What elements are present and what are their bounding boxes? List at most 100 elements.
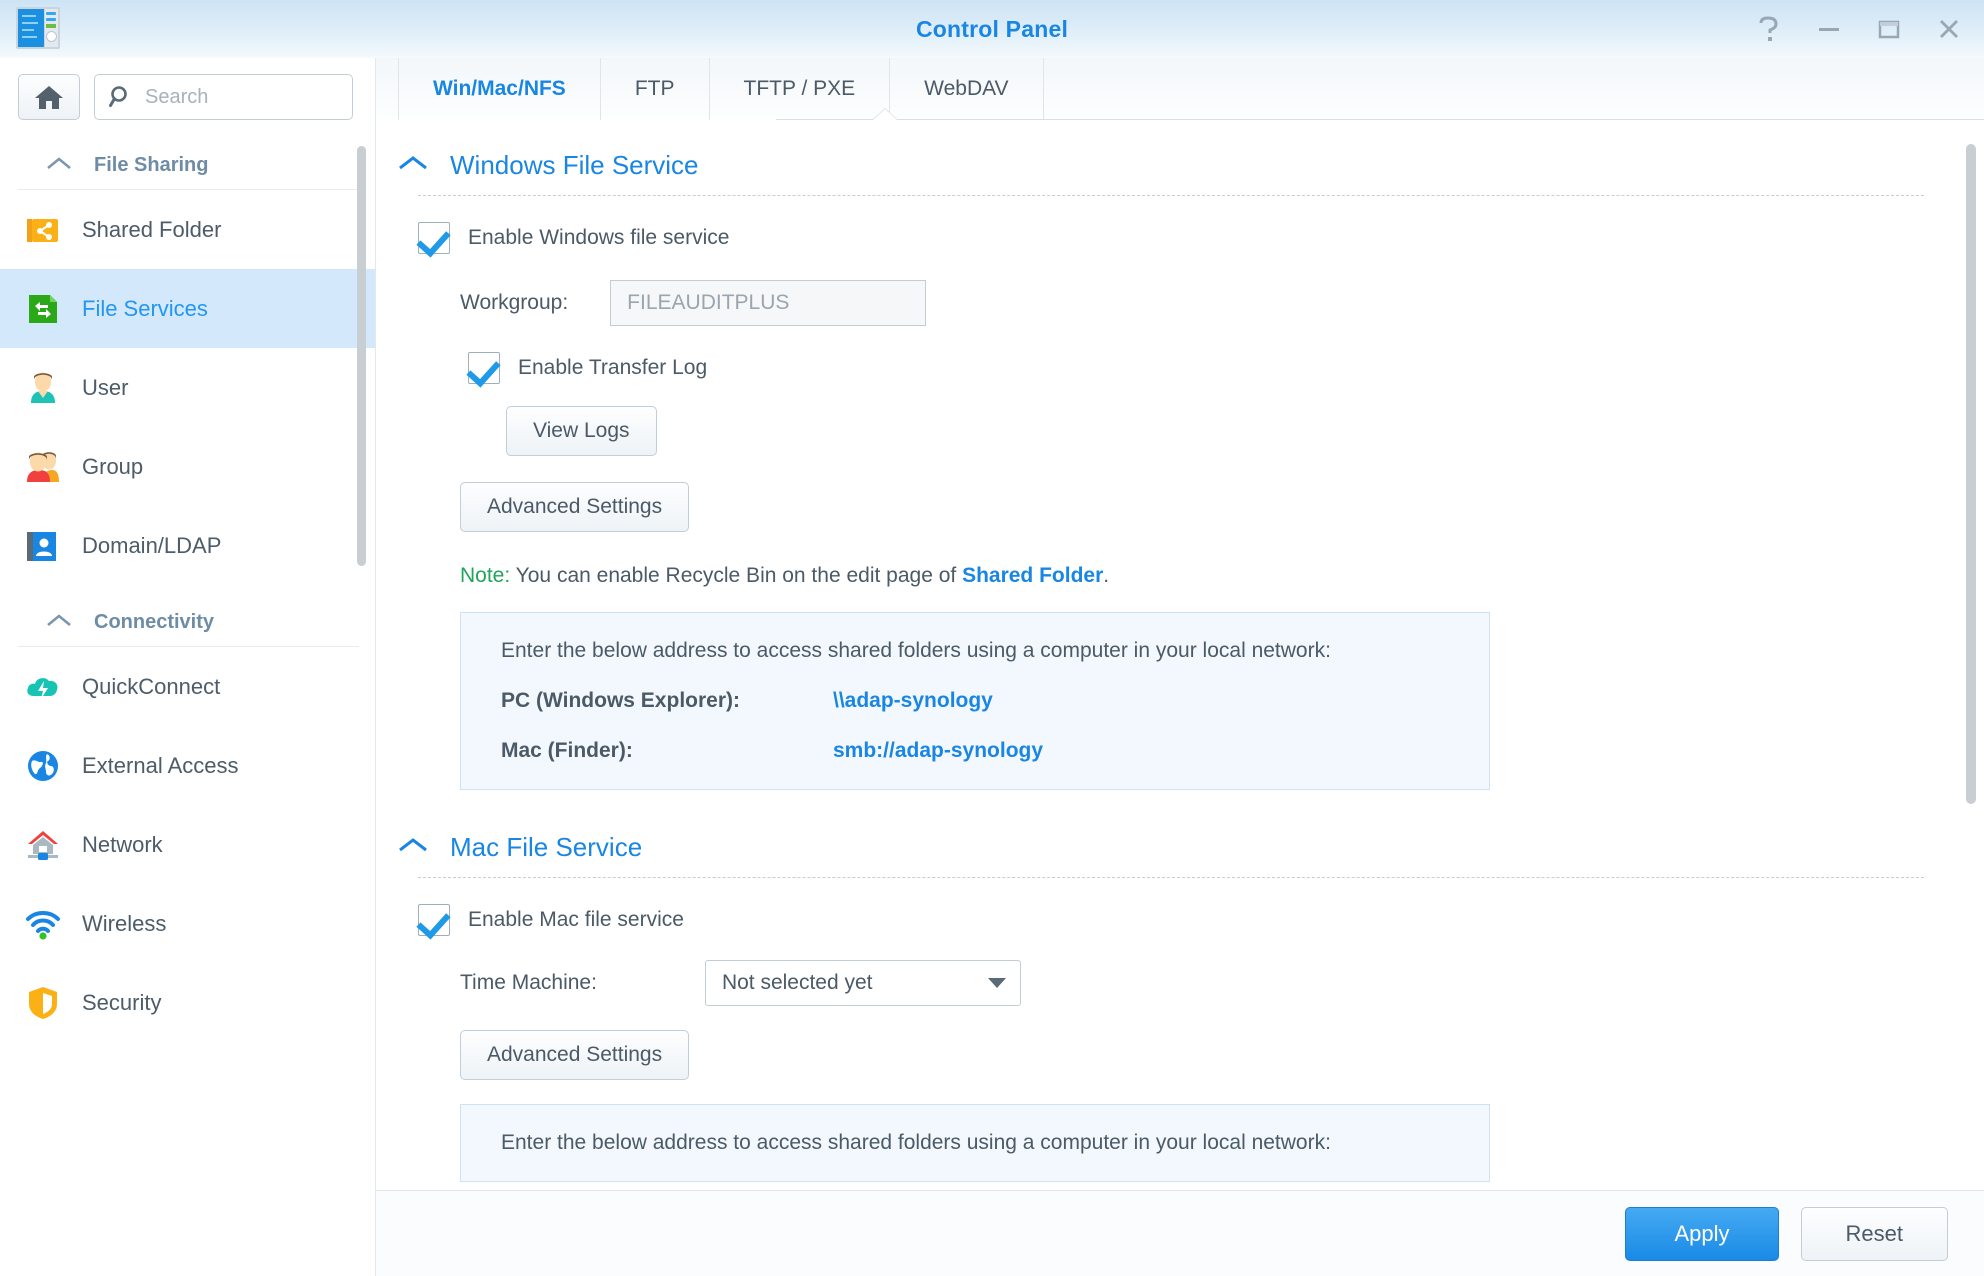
sidebar-section-file-sharing[interactable]: File Sharing — [18, 136, 359, 190]
settings-scroll-area: Windows File Service Enable Windows file… — [376, 120, 1984, 1276]
wireless-icon — [24, 905, 62, 943]
sidebar-item-network[interactable]: Network — [0, 805, 375, 884]
advanced-settings-label: Advanced Settings — [487, 495, 662, 519]
section-divider — [418, 877, 1924, 878]
sidebar-item-shared-folder[interactable]: Shared Folder — [0, 190, 375, 269]
enable-mac-file-service-row[interactable]: Enable Mac file service — [418, 904, 1924, 936]
sidebar-item-file-services[interactable]: File Services — [0, 269, 375, 348]
enable-transfer-log-row[interactable]: Enable Transfer Log — [468, 352, 1924, 384]
sidebar-item-label: Wireless — [82, 911, 166, 937]
time-machine-row: Time Machine: Not selected yet — [460, 960, 1924, 1006]
search-placeholder: Search — [145, 86, 208, 109]
sidebar-item-quickconnect[interactable]: QuickConnect — [0, 647, 375, 726]
sidebar-item-label: QuickConnect — [82, 674, 220, 700]
windows-access-info-box: Enter the below address to access shared… — [460, 612, 1490, 790]
enable-transfer-log-checkbox[interactable] — [468, 352, 500, 384]
windows-file-service-header[interactable]: Windows File Service — [398, 150, 1924, 181]
quickconnect-icon — [24, 668, 62, 706]
sidebar-item-user[interactable]: User — [0, 348, 375, 427]
workgroup-label: Workgroup: — [460, 291, 568, 315]
tab-bar: Win/Mac/NFS FTP TFTP / PXE WebDAV — [376, 58, 1984, 120]
sidebar-section-title: File Sharing — [94, 154, 208, 177]
minimize-button[interactable] — [1814, 14, 1844, 44]
search-icon — [109, 85, 133, 109]
sidebar-item-label: User — [82, 375, 128, 401]
tab-ftp[interactable]: FTP — [601, 58, 710, 120]
shared-folder-icon — [24, 211, 62, 249]
sidebar-section-title: Connectivity — [94, 611, 214, 634]
apply-label: Apply — [1674, 1221, 1729, 1247]
sidebar-item-group[interactable]: Group — [0, 427, 375, 506]
time-machine-select[interactable]: Not selected yet — [705, 960, 1021, 1006]
sidebar-item-label: Domain/LDAP — [82, 533, 221, 559]
home-icon — [34, 83, 64, 111]
section-divider — [418, 195, 1924, 196]
tab-webdav[interactable]: WebDAV — [890, 58, 1043, 120]
mac-advanced-settings-button[interactable]: Advanced Settings — [460, 1030, 689, 1080]
reset-label: Reset — [1846, 1221, 1903, 1247]
sidebar-item-label: Security — [82, 990, 161, 1016]
enable-windows-file-service-checkbox[interactable] — [418, 222, 450, 254]
content-panel: Win/Mac/NFS FTP TFTP / PXE WebDAV Window… — [376, 58, 1984, 1276]
network-icon — [24, 826, 62, 864]
info-lead: Enter the below address to access shared… — [483, 1131, 1489, 1155]
chevron-up-icon — [398, 837, 428, 858]
view-logs-button[interactable]: View Logs — [506, 406, 657, 456]
sidebar-toolbar: Search — [0, 58, 375, 120]
sidebar-item-label: File Services — [82, 296, 208, 322]
note-prefix: Note: — [460, 564, 510, 587]
apply-button[interactable]: Apply — [1625, 1207, 1778, 1261]
close-button[interactable] — [1934, 14, 1964, 44]
maximize-button[interactable] — [1874, 14, 1904, 44]
windows-advanced-settings-button[interactable]: Advanced Settings — [460, 482, 689, 532]
recycle-bin-note: Note: You can enable Recycle Bin on the … — [460, 564, 1924, 588]
tab-active-arrow — [873, 109, 897, 120]
sidebar-item-domain-ldap[interactable]: Domain/LDAP — [0, 506, 375, 585]
tab-tftp-pxe[interactable]: TFTP / PXE — [710, 58, 891, 120]
tab-label: FTP — [635, 77, 675, 101]
enable-mac-file-service-checkbox[interactable] — [418, 904, 450, 936]
security-icon — [24, 984, 62, 1022]
mac-file-service-header[interactable]: Mac File Service — [398, 832, 1924, 863]
sidebar-item-external-access[interactable]: External Access — [0, 726, 375, 805]
sidebar-scroll-area: File Sharing Shared Folder — [0, 136, 375, 1276]
sidebar-section-connectivity[interactable]: Connectivity — [18, 593, 359, 647]
window-title: Control Panel — [0, 16, 1984, 43]
chevron-up-icon — [46, 156, 72, 175]
address-value[interactable]: \\adap-synology — [833, 689, 993, 713]
external-access-icon — [24, 747, 62, 785]
advanced-settings-label: Advanced Settings — [487, 1043, 662, 1067]
shared-folder-link[interactable]: Shared Folder — [962, 564, 1103, 587]
enable-windows-file-service-label: Enable Windows file service — [468, 226, 729, 250]
enable-mac-file-service-label: Enable Mac file service — [468, 908, 684, 932]
time-machine-label: Time Machine: — [460, 971, 597, 995]
home-button[interactable] — [18, 74, 80, 120]
mac-access-info-box: Enter the below address to access shared… — [460, 1104, 1490, 1182]
search-input[interactable]: Search — [94, 74, 353, 120]
workgroup-value: FILEAUDITPLUS — [627, 291, 789, 315]
sidebar-item-security[interactable]: Security — [0, 963, 375, 1042]
note-text: You can enable Recycle Bin on the edit p… — [516, 564, 962, 587]
help-button[interactable] — [1754, 14, 1784, 44]
sidebar-item-label: Network — [82, 832, 163, 858]
sidebar-item-label: External Access — [82, 753, 239, 779]
sidebar-item-label: Group — [82, 454, 143, 480]
sidebar-item-wireless[interactable]: Wireless — [0, 884, 375, 963]
footer-bar: Apply Reset — [376, 1190, 1984, 1276]
address-value[interactable]: smb://adap-synology — [833, 739, 1043, 763]
content-scrollbar[interactable] — [1966, 144, 1976, 804]
enable-windows-file-service-row[interactable]: Enable Windows file service — [418, 222, 1924, 254]
address-row-mac: Mac (Finder): smb://adap-synology — [483, 739, 1489, 763]
tab-win-mac-nfs[interactable]: Win/Mac/NFS — [398, 58, 601, 120]
group-icon — [24, 448, 62, 486]
sidebar-scrollbar[interactable] — [357, 146, 366, 566]
file-services-icon — [24, 290, 62, 328]
workgroup-input[interactable]: FILEAUDITPLUS — [610, 280, 926, 326]
workgroup-row: Workgroup: FILEAUDITPLUS — [460, 280, 1924, 326]
main-body: Search File Sharing — [0, 58, 1984, 1276]
view-logs-label: View Logs — [533, 419, 630, 443]
chevron-up-icon — [398, 155, 428, 176]
time-machine-value: Not selected yet — [722, 971, 873, 995]
reset-button[interactable]: Reset — [1801, 1207, 1948, 1261]
sidebar: Search File Sharing — [0, 58, 376, 1276]
